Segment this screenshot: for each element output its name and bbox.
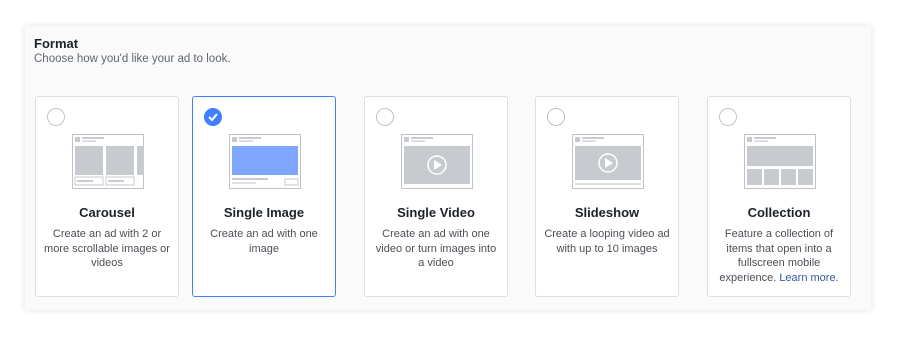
- radio-single-image[interactable]: [204, 108, 222, 126]
- section-title: Format: [34, 36, 79, 51]
- format-panel: Format Choose how you'd like your ad to …: [25, 26, 871, 310]
- format-card-single-image[interactable]: Single Image Create an ad with one image: [192, 96, 336, 297]
- single-image-preview-icon: [229, 134, 301, 189]
- format-description: Create an ad with 2 or more scrollable i…: [44, 228, 170, 269]
- format-card-slideshow[interactable]: Slideshow Create a looping video ad with…: [535, 96, 679, 297]
- collection-preview-icon: [744, 134, 816, 189]
- section-subtitle: Choose how you'd like your ad to look.: [34, 53, 231, 65]
- carousel-preview-icon: [72, 134, 144, 189]
- format-title: Single Image: [223, 205, 305, 220]
- slideshow-preview-icon: [572, 134, 644, 189]
- format-description: Feature a collection of items that open …: [716, 227, 842, 285]
- format-description: Create an ad with one video or turn imag…: [375, 228, 497, 269]
- radio-carousel[interactable]: [47, 108, 65, 126]
- radio-collection[interactable]: [719, 108, 737, 126]
- format-card-collection[interactable]: Collection Feature a collection of items…: [707, 96, 851, 297]
- format-title: Collection: [747, 205, 811, 220]
- single-video-preview-icon: [401, 134, 473, 189]
- checkmark-icon: [208, 113, 218, 121]
- radio-slideshow[interactable]: [547, 108, 565, 126]
- format-title: Slideshow: [574, 205, 640, 220]
- format-description: Create a looping video ad with up to 10 …: [544, 228, 670, 255]
- learn-more-link[interactable]: Learn more.: [779, 272, 838, 284]
- format-title: Carousel: [79, 205, 135, 220]
- format-card-single-video[interactable]: Single Video Create an ad with one video…: [364, 96, 508, 297]
- format-card-carousel[interactable]: Carousel Create an ad with 2 or more scr…: [35, 96, 179, 297]
- format-title: Single Video: [397, 205, 475, 220]
- radio-single-video[interactable]: [376, 108, 394, 126]
- format-description: Create an ad with one image: [210, 228, 318, 255]
